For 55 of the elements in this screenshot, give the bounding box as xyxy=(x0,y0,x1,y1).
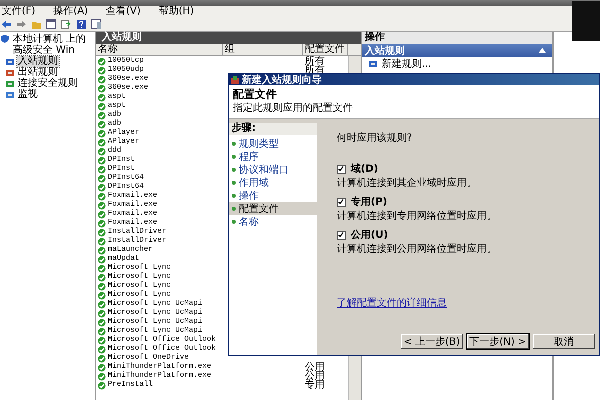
back-icon[interactable] xyxy=(1,19,12,30)
tree-item[interactable]: 本地计算机 上的高级安全 Win xyxy=(12,34,95,56)
menu-item[interactable]: 操作(A) xyxy=(52,6,90,18)
action-link[interactable]: 新建规则... xyxy=(382,57,432,71)
panel-icon[interactable] xyxy=(46,19,57,30)
step-item[interactable]: 操作 xyxy=(229,189,317,202)
profile-cell: 公用 xyxy=(305,372,325,381)
forward-icon[interactable] xyxy=(16,19,27,30)
page-subtitle: 指定此规则应用的配置文件 xyxy=(233,102,354,115)
step-item[interactable]: 协议和端口 xyxy=(229,163,317,176)
column-header[interactable]: 配置文件 xyxy=(303,44,348,55)
checkbox[interactable] xyxy=(337,198,346,206)
step-item[interactable]: 配置文件 xyxy=(229,202,317,215)
tree-item[interactable]: 连接安全规则 xyxy=(17,78,79,89)
step-item[interactable]: 名称 xyxy=(229,215,317,228)
steps-title: 步骤: xyxy=(229,123,317,135)
profile-cell: 所有 xyxy=(305,57,325,66)
option-description: 计算机连接到其企业域时应用。 xyxy=(337,176,478,190)
page-heading: 配置文件 xyxy=(233,88,278,102)
tree-item[interactable]: 入站规则 xyxy=(17,56,59,67)
menu-item[interactable]: 帮助(H) xyxy=(156,6,196,18)
export-icon[interactable] xyxy=(61,19,72,30)
menu-item[interactable]: 查看(V) xyxy=(104,6,143,18)
tree-item[interactable]: 出站规则 xyxy=(17,67,59,78)
step-item[interactable]: 规则类型 xyxy=(229,137,317,150)
panel-title: 入站规则 xyxy=(96,32,361,44)
dialog-title: 新建入站规则向导 xyxy=(242,73,322,86)
option-label[interactable]: 域(D) xyxy=(351,162,378,176)
tree-item[interactable]: 监视 xyxy=(17,89,39,100)
panel-icon[interactable] xyxy=(91,19,102,30)
wizard-icon xyxy=(231,76,239,84)
help-link[interactable]: 了解配置文件的详细信息 xyxy=(337,296,447,310)
question-text: 何时应用该规则? xyxy=(337,132,414,145)
menu-item[interactable]: 文件(F) xyxy=(0,6,38,18)
wizard-button[interactable]: < 上一步(B) xyxy=(401,334,463,349)
help-icon[interactable] xyxy=(76,19,87,30)
step-item[interactable]: 程序 xyxy=(229,150,317,163)
checkbox[interactable] xyxy=(337,230,346,240)
collapse-icon[interactable] xyxy=(539,48,546,53)
option-label[interactable]: 专用(P) xyxy=(351,195,388,209)
profile-cell: 公用 xyxy=(305,363,325,372)
actions-title: 操作 xyxy=(362,32,552,44)
option-description: 计算机连接到专用网络位置时应用。 xyxy=(337,210,498,223)
wizard-button[interactable]: 取消 xyxy=(533,334,595,349)
column-header[interactable]: 名称 xyxy=(96,44,223,55)
profile-cell: 专用 xyxy=(305,381,325,390)
section-header[interactable]: 入站规则 xyxy=(362,44,552,57)
wizard-button[interactable]: 下一步(N) > xyxy=(467,334,529,349)
step-item[interactable]: 作用域 xyxy=(229,176,317,189)
option-label[interactable]: 公用(U) xyxy=(351,228,388,242)
column-header[interactable]: 组 xyxy=(223,44,303,55)
checkbox[interactable] xyxy=(337,164,346,174)
dark-block xyxy=(572,1,600,41)
shield-icon xyxy=(0,34,10,44)
option-description: 计算机连接到公用网络位置时应用。 xyxy=(337,242,498,256)
